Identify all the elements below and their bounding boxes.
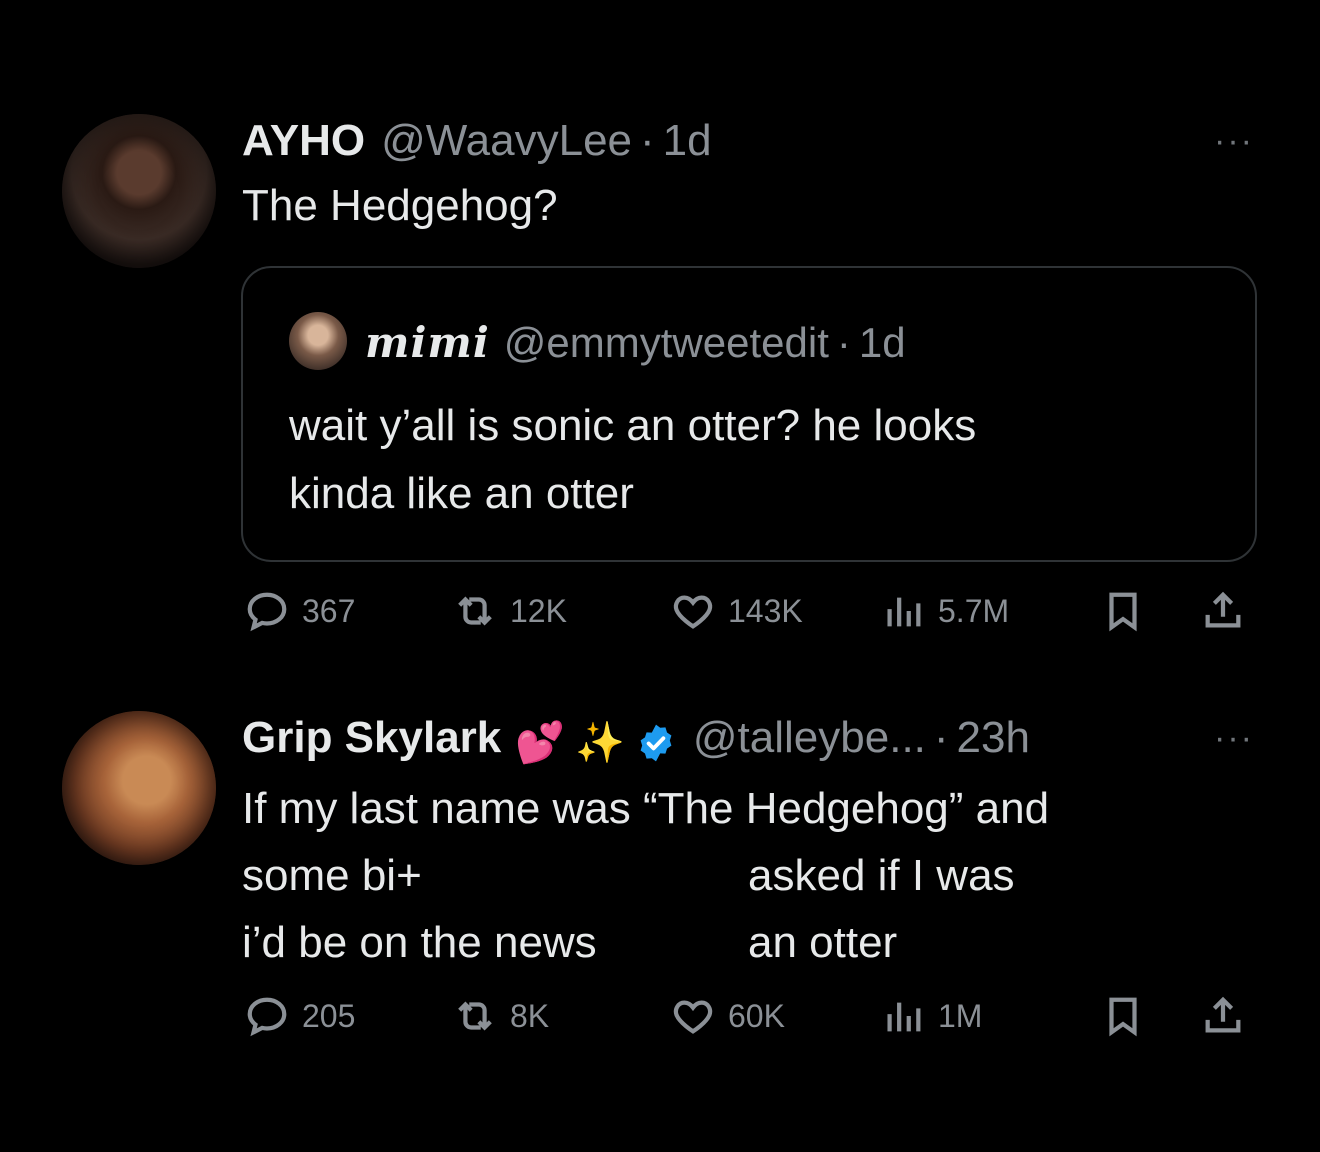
timestamp[interactable]: 1d — [663, 116, 712, 166]
two-hearts-icon: 💕 — [515, 721, 566, 765]
timestamp[interactable]: 23h — [957, 713, 1030, 763]
separator-dot: · — [836, 319, 851, 366]
more-icon[interactable]: ··· — [1214, 719, 1254, 758]
views-count: 5.7M — [938, 592, 1010, 629]
views-icon — [887, 1002, 921, 1032]
quote-avatar — [289, 312, 347, 370]
share-button[interactable] — [1200, 588, 1246, 634]
reply-count: 205 — [302, 997, 356, 1034]
avatar[interactable] — [62, 711, 216, 865]
reply-icon — [247, 997, 287, 1037]
views-icon — [887, 597, 921, 627]
views-button[interactable]: 1M — [880, 993, 982, 1039]
bookmark-button[interactable] — [1100, 993, 1146, 1039]
retweet-button[interactable]: 8K — [452, 993, 549, 1039]
bookmark-icon — [1109, 997, 1137, 1037]
reply-button[interactable]: 205 — [244, 993, 355, 1039]
avatar[interactable] — [62, 114, 216, 268]
tweet-header: Grip Skylark 💕 ✨ @talleybe... · 23h — [242, 713, 1030, 766]
action-bar: 367 12K 143K 5.7M — [0, 588, 1320, 648]
quoted-tweet[interactable]: mimi @emmytweetedit · 1d wait y’all is s… — [241, 266, 1257, 562]
views-button[interactable]: 5.7M — [880, 588, 1009, 634]
reply-icon — [247, 592, 287, 632]
separator-dot: · — [933, 713, 949, 762]
quote-header: mimi @emmytweetedit · 1d — [365, 318, 906, 367]
author-handle[interactable]: @WaavyLee — [381, 116, 632, 166]
quote-text-line: wait y’all is sonic an otter? he looks — [289, 401, 977, 450]
like-count: 60K — [728, 997, 785, 1034]
name-badges: 💕 ✨ — [515, 719, 677, 766]
like-button[interactable]: 143K — [670, 588, 803, 634]
reply-count: 367 — [302, 592, 356, 629]
retweet-icon — [458, 1001, 492, 1031]
retweet-count: 12K — [510, 592, 567, 629]
tweet-text-fragment: asked if I was an otter — [748, 851, 1015, 967]
tweet-text-fragment: some bi+ — [242, 851, 422, 900]
tweet-text-line: The Hedgehog? — [242, 181, 558, 230]
views-count: 1M — [938, 997, 983, 1034]
quote-timestamp: 1d — [858, 319, 906, 366]
retweet-icon — [458, 596, 492, 626]
retweet-count: 8K — [510, 997, 550, 1034]
quote-text-line: kinda like an otter — [289, 469, 634, 518]
share-icon — [1205, 591, 1241, 628]
like-count: 143K — [728, 592, 803, 629]
tweet-text: If my last name was “The Hedgehog” and s… — [242, 775, 1049, 976]
quote-author-name: mimi — [365, 318, 490, 367]
like-button[interactable]: 60K — [670, 993, 785, 1039]
tweet-text-line: If my last name was “The Hedgehog” and — [242, 784, 1050, 833]
like-icon — [673, 1000, 713, 1034]
bookmark-icon — [1109, 592, 1137, 632]
sparkles-icon: ✨ — [575, 721, 625, 765]
share-button[interactable] — [1200, 993, 1246, 1039]
like-icon — [673, 595, 713, 629]
separator-dot: · — [640, 116, 655, 165]
tweet-header: AYHO @WaavyLee · 1d — [242, 116, 712, 166]
tweet-text: The Hedgehog? — [242, 172, 558, 239]
author-name[interactable]: Grip Skylark — [242, 713, 501, 763]
share-icon — [1205, 996, 1241, 1033]
bookmark-button[interactable] — [1100, 588, 1146, 634]
retweet-button[interactable]: 12K — [452, 588, 567, 634]
quote-text: wait y’all is sonic an otter? he looks k… — [289, 392, 976, 528]
author-name[interactable]: AYHO — [242, 116, 365, 166]
author-handle[interactable]: @talleybe... — [693, 713, 926, 763]
action-bar: 205 8K 60K 1M — [0, 993, 1320, 1053]
more-icon[interactable]: ··· — [1214, 122, 1254, 161]
verified-icon[interactable] — [635, 722, 677, 764]
reply-button[interactable]: 367 — [244, 588, 355, 634]
quote-author-handle: @emmytweetedit — [503, 319, 829, 366]
